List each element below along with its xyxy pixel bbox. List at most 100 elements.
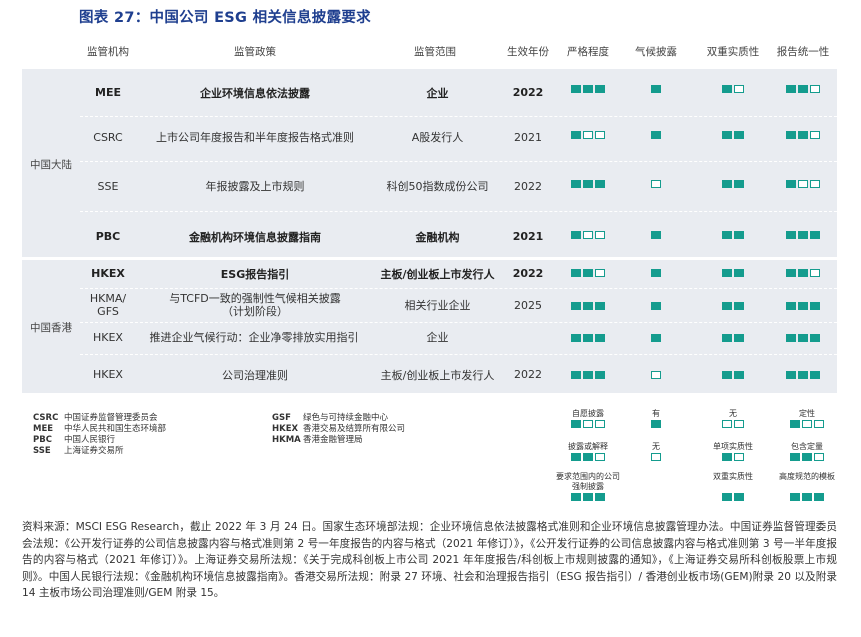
filled-square-icon: [583, 302, 593, 310]
empty-square-icon: [651, 453, 661, 461]
policy-cell: 企业环境信息依法披露: [200, 87, 310, 100]
legend-label: 披露或解释: [568, 442, 608, 451]
filled-square-icon: [722, 131, 732, 139]
filled-square-icon: [651, 85, 661, 93]
climate-indicator: [628, 85, 684, 93]
materiality-indicator: [697, 131, 769, 139]
uniformity-indicator: [770, 334, 836, 342]
filled-square-icon: [651, 420, 661, 428]
climate-indicator: [628, 334, 684, 342]
filled-square-icon: [810, 231, 820, 239]
empty-square-icon: [583, 231, 593, 239]
empty-square-icon: [814, 453, 824, 461]
filled-square-icon: [722, 334, 732, 342]
legend-icon: [700, 453, 766, 461]
filled-square-icon: [734, 131, 744, 139]
strictness-indicator: [560, 85, 616, 93]
legend-icon: [776, 453, 838, 461]
filled-square-icon: [790, 453, 800, 461]
row-divider: [80, 161, 837, 162]
agency-cell: MEE: [95, 86, 121, 99]
filled-square-icon: [722, 85, 732, 93]
filled-square-icon: [595, 493, 605, 501]
filled-square-icon: [583, 180, 593, 188]
legend-label: 单项实质性: [713, 442, 753, 451]
filled-square-icon: [583, 493, 593, 501]
filled-square-icon: [798, 131, 808, 139]
filled-square-icon: [810, 334, 820, 342]
year-cell: 2021: [514, 131, 542, 144]
filled-square-icon: [571, 302, 581, 310]
filled-square-icon: [786, 334, 796, 342]
legend-icon: [558, 493, 618, 501]
filled-square-icon: [786, 131, 796, 139]
year-cell: 2022: [512, 267, 544, 280]
filled-square-icon: [571, 269, 581, 277]
filled-square-icon: [734, 231, 744, 239]
empty-square-icon: [810, 269, 820, 277]
filled-square-icon: [810, 302, 820, 310]
filled-square-icon: [571, 334, 581, 342]
filled-square-icon: [651, 231, 661, 239]
filled-square-icon: [814, 493, 824, 501]
strictness-indicator: [560, 334, 616, 342]
filled-square-icon: [798, 231, 808, 239]
scope-cell: A股发行人: [411, 131, 464, 144]
materiality-indicator: [697, 180, 769, 188]
uniformity-indicator: [770, 85, 836, 93]
scope-cell: 主板/创业板上市发行人: [380, 369, 495, 382]
empty-square-icon: [734, 453, 744, 461]
empty-square-icon: [583, 131, 593, 139]
empty-square-icon: [651, 371, 661, 379]
filled-square-icon: [802, 493, 812, 501]
legend-icon: [636, 420, 676, 428]
agency-cell: CSRC: [93, 131, 123, 144]
scope-cell: 企业: [426, 87, 449, 100]
row-divider: [80, 322, 837, 323]
filled-square-icon: [790, 493, 800, 501]
filled-square-icon: [571, 131, 581, 139]
legend-label: 要求范围内的公司强制披露: [556, 472, 620, 491]
agency-cell: HKEX: [93, 368, 123, 381]
empty-square-icon: [595, 269, 605, 277]
abbreviation-item: MEE 中华人民共和国生态环境部: [33, 424, 167, 434]
filled-square-icon: [790, 420, 800, 428]
filled-square-icon: [595, 334, 605, 342]
materiality-indicator: [697, 371, 769, 379]
uniformity-indicator: [770, 269, 836, 277]
policy-cell: 推进企业气候行动：企业净零排放实用指引: [149, 331, 359, 344]
source-note: 资料来源：MSCI ESG Research，截止 2022 年 3 月 24 …: [22, 521, 837, 599]
legend-icon: [776, 493, 838, 501]
filled-square-icon: [583, 85, 593, 93]
filled-square-icon: [810, 371, 820, 379]
agency-cell: PBC: [95, 230, 121, 243]
empty-square-icon: [810, 131, 820, 139]
header-scope: 监管范围: [414, 46, 456, 58]
empty-square-icon: [595, 420, 605, 428]
materiality-indicator: [697, 302, 769, 310]
strictness-indicator: [560, 180, 616, 188]
filled-square-icon: [651, 334, 661, 342]
legend-icon: [776, 420, 838, 428]
strictness-indicator: [560, 371, 616, 379]
filled-square-icon: [571, 371, 581, 379]
filled-square-icon: [786, 85, 796, 93]
filled-square-icon: [571, 180, 581, 188]
empty-square-icon: [595, 453, 605, 461]
filled-square-icon: [786, 302, 796, 310]
policy-cell: ESG报告指引: [220, 268, 290, 281]
filled-square-icon: [722, 493, 732, 501]
filled-square-icon: [722, 371, 732, 379]
filled-square-icon: [722, 453, 732, 461]
figure-title: 图表 27：中国公司 ESG 相关信息披露要求: [79, 10, 371, 26]
filled-square-icon: [595, 371, 605, 379]
empty-square-icon: [734, 420, 744, 428]
filled-square-icon: [595, 85, 605, 93]
filled-square-icon: [734, 180, 744, 188]
abbreviation-item: SSE 上海证券交易所: [33, 446, 124, 456]
policy-cell: 上市公司年度报告和半年度报告格式准则: [156, 131, 354, 144]
empty-square-icon: [595, 131, 605, 139]
filled-square-icon: [734, 493, 744, 501]
filled-square-icon: [798, 371, 808, 379]
empty-square-icon: [734, 85, 744, 93]
